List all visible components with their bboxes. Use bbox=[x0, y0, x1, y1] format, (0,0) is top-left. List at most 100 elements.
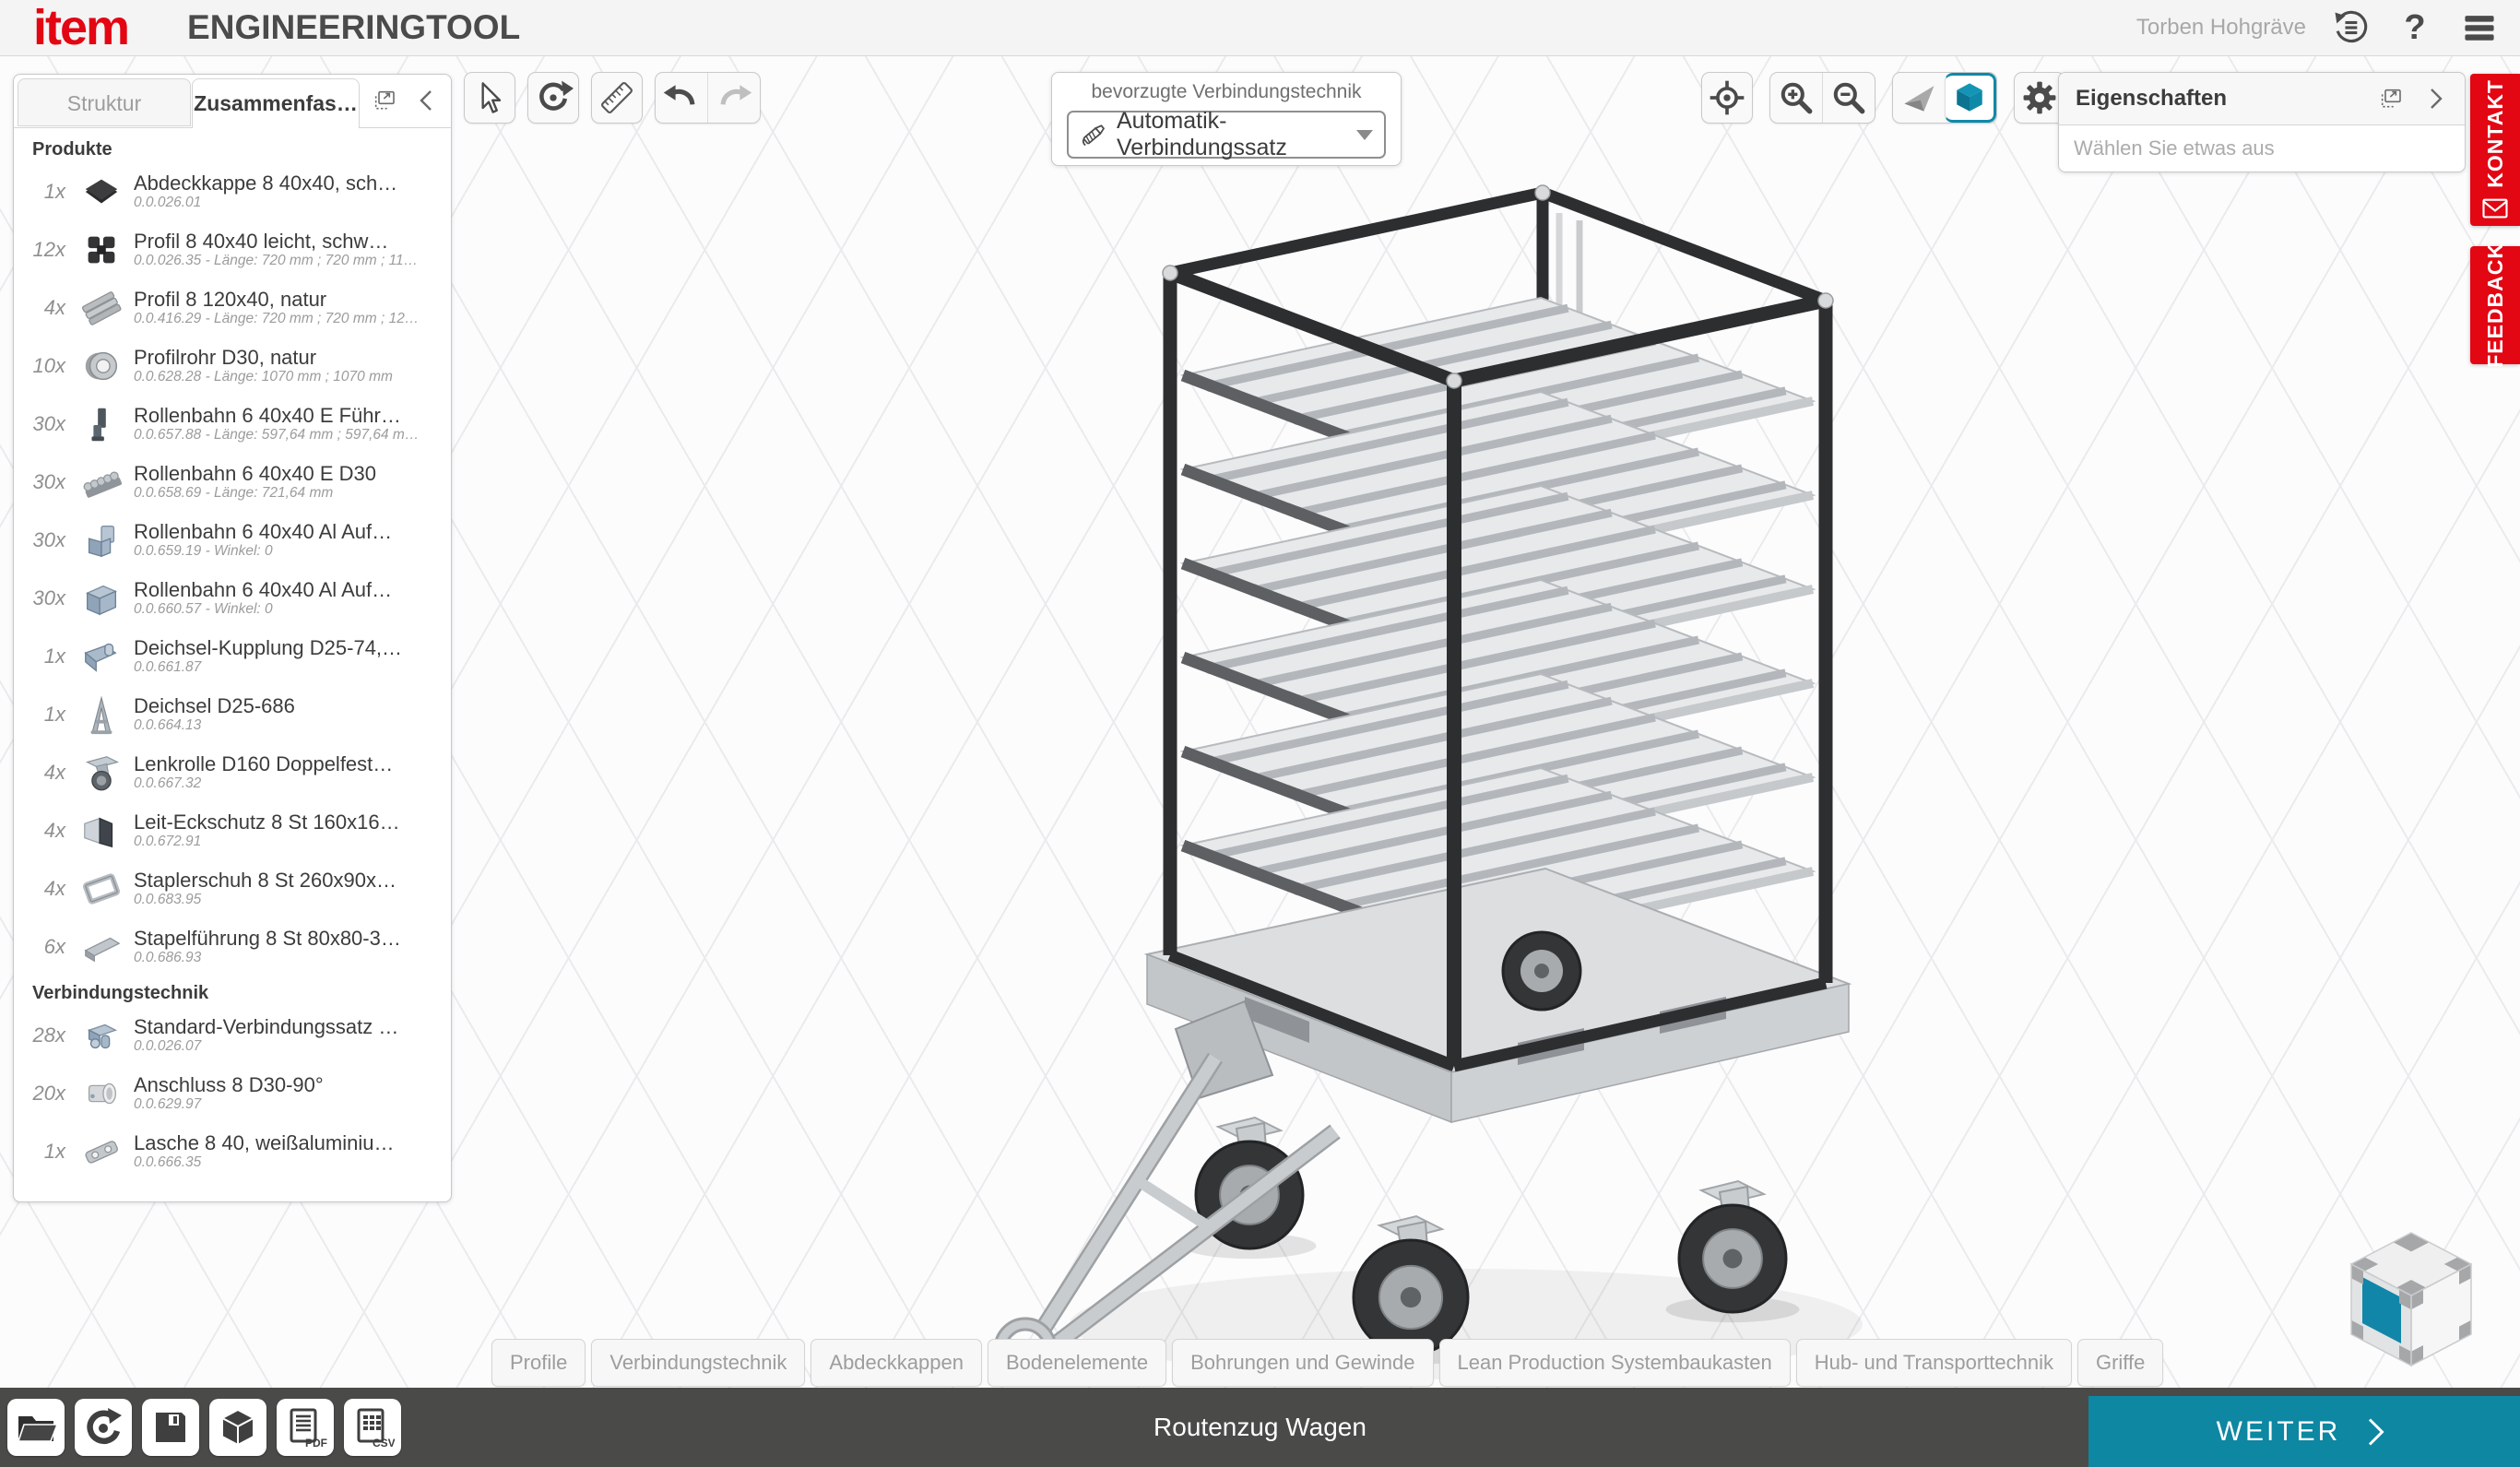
parts-panel: Struktur Zusammenfas… Produkte 1x bbox=[13, 74, 452, 1202]
parts-list-item[interactable]: 28x Standard-Verbindungssatz … 0.0.026.0… bbox=[14, 1006, 451, 1064]
crosshair-icon bbox=[1707, 77, 1747, 118]
parts-list-item[interactable]: 12x Profil 8 40x40 leicht, schw… 0.0.026… bbox=[14, 220, 451, 278]
properties-title: Eigenschaften bbox=[2076, 86, 2376, 112]
part-quantity: 1x bbox=[14, 180, 65, 204]
feedback-tab[interactable]: FEEDBACK bbox=[2470, 246, 2520, 364]
export-pdf-button[interactable]: PDF bbox=[277, 1399, 334, 1456]
engineeringtool-app: item ENGINEERINGTOOL Torben Hohgräve ? bbox=[0, 0, 2520, 1467]
bottom-bar: PDF CSV Routenzug Wagen WEITER bbox=[0, 1388, 2520, 1467]
parts-list-item[interactable]: 4x Profil 8 120x40, natur 0.0.416.29 - L… bbox=[14, 278, 451, 337]
part-quantity: 4x bbox=[14, 761, 65, 785]
connection-type-select[interactable]: Automatik-Verbindungssatz bbox=[1067, 111, 1386, 159]
parts-list-item[interactable]: 4x Lenkrolle D160 Doppelfest… 0.0.667.32 bbox=[14, 743, 451, 801]
category-tab[interactable]: Bohrungen und Gewinde bbox=[1172, 1339, 1433, 1387]
tab-zusammenfassung[interactable]: Zusammenfas… bbox=[192, 78, 360, 128]
next-button[interactable]: WEITER bbox=[2088, 1396, 2520, 1467]
kontakt-tab[interactable]: KONTAKT bbox=[2470, 74, 2520, 226]
part-subtitle: 0.0.672.91 bbox=[134, 834, 451, 851]
floppy-icon bbox=[148, 1405, 193, 1449]
category-tab[interactable]: Profile bbox=[491, 1339, 586, 1387]
undo-button[interactable] bbox=[656, 73, 707, 123]
part-subtitle: 0.0.661.87 bbox=[134, 659, 451, 677]
center-view-button[interactable] bbox=[1701, 72, 1753, 124]
pyramid-icon bbox=[1899, 77, 1939, 118]
parts-list-item[interactable]: 20x Anschluss 8 D30-90° 0.0.629.97 bbox=[14, 1064, 451, 1122]
orientation-cube[interactable] bbox=[2333, 1220, 2490, 1381]
tab-struktur[interactable]: Struktur bbox=[18, 78, 191, 126]
parts-list-item[interactable]: 4x Staplerschuh 8 St 260x90x… 0.0.683.95 bbox=[14, 859, 451, 917]
category-tab[interactable]: Verbindungstechnik bbox=[591, 1339, 805, 1387]
view-mode-perspective-button[interactable] bbox=[1893, 73, 1945, 123]
envelope-icon bbox=[2481, 196, 2509, 220]
next-button-label: WEITER bbox=[2217, 1416, 2341, 1448]
app-title: ENGINEERINGTOOL bbox=[187, 8, 520, 47]
feedback-label: FEEDBACK bbox=[2483, 243, 2508, 368]
category-tab[interactable]: Abdeckkappen bbox=[810, 1339, 982, 1387]
select-tool-button[interactable] bbox=[464, 72, 515, 124]
part-name: Lasche 8 40, weißaluminiu… bbox=[134, 1131, 451, 1154]
zoom-in-button[interactable] bbox=[1770, 73, 1822, 123]
cart-3d-model[interactable] bbox=[968, 167, 1936, 1393]
part-thumbnail bbox=[80, 345, 123, 387]
measure-tool-button[interactable] bbox=[591, 72, 643, 124]
parts-list-item[interactable]: 1x Deichsel-Kupplung D25-74,… 0.0.661.87 bbox=[14, 627, 451, 685]
connection-selector-value: Automatik-Verbindungssatz bbox=[1117, 108, 1356, 161]
category-tab[interactable]: Bodenelemente bbox=[988, 1339, 1166, 1387]
section-title: Produkte bbox=[14, 132, 451, 162]
properties-header: Eigenschaften bbox=[2059, 73, 2465, 125]
category-tab[interactable]: Lean Production Systembaukasten bbox=[1439, 1339, 1791, 1387]
part-name: Rollenbahn 6 40x40 E D30 bbox=[134, 462, 451, 485]
parts-list-item[interactable]: 4x Leit-Eckschutz 8 St 160x16… 0.0.672.9… bbox=[14, 801, 451, 859]
help-button[interactable]: ? bbox=[2395, 7, 2435, 48]
parts-list-item[interactable]: 6x Stapelführung 8 St 80x80-3… 0.0.686.9… bbox=[14, 917, 451, 976]
detach-panel-icon[interactable] bbox=[2376, 84, 2406, 113]
part-quantity: 30x bbox=[14, 586, 65, 610]
part-thumbnail bbox=[80, 926, 123, 968]
part-name: Rollenbahn 6 40x40 Al Auf… bbox=[134, 578, 451, 601]
menu-button[interactable] bbox=[2459, 7, 2500, 48]
redo-icon bbox=[714, 77, 754, 118]
expand-panel-icon[interactable] bbox=[2420, 84, 2450, 113]
part-thumbnail bbox=[80, 461, 123, 503]
collapse-panel-icon[interactable] bbox=[412, 86, 442, 115]
part-thumbnail bbox=[80, 1130, 123, 1173]
reset-button[interactable] bbox=[75, 1399, 132, 1456]
section-title: Verbindungstechnik bbox=[14, 976, 451, 1006]
parts-list-item[interactable]: 30x Rollenbahn 6 40x40 Al Auf… 0.0.659.1… bbox=[14, 511, 451, 569]
part-name: Leit-Eckschutz 8 St 160x16… bbox=[134, 810, 451, 834]
cart-rear-caster bbox=[1503, 932, 1580, 1010]
part-thumbnail bbox=[80, 751, 123, 794]
category-tab[interactable]: Hub- und Transporttechnik bbox=[1796, 1339, 2072, 1387]
parts-list-item[interactable]: 1x Lasche 8 40, weißaluminiu… 0.0.666.35 bbox=[14, 1122, 451, 1180]
redo-button[interactable] bbox=[707, 73, 760, 123]
part-quantity: 20x bbox=[14, 1082, 65, 1106]
parts-list-item[interactable]: 30x Rollenbahn 6 40x40 Al Auf… 0.0.660.5… bbox=[14, 569, 451, 627]
export-csv-button[interactable]: CSV bbox=[344, 1399, 401, 1456]
parts-list-item[interactable]: 1x Abdeckkappe 8 40x40, sch… 0.0.026.01 bbox=[14, 162, 451, 220]
rotate-tool-button[interactable] bbox=[527, 72, 579, 124]
part-name: Profilrohr D30, natur bbox=[134, 346, 451, 369]
parts-list-item[interactable]: 30x Rollenbahn 6 40x40 E Führ… 0.0.657.8… bbox=[14, 395, 451, 453]
kontakt-label: KONTAKT bbox=[2483, 79, 2508, 188]
part-quantity: 4x bbox=[14, 877, 65, 901]
properties-panel: Eigenschaften Wählen Sie etwas aus bbox=[2058, 72, 2466, 172]
part-subtitle: 0.0.026.01 bbox=[134, 195, 451, 212]
zoom-out-button[interactable] bbox=[1822, 73, 1875, 123]
export-3d-button[interactable] bbox=[209, 1399, 266, 1456]
part-name: Standard-Verbindungssatz … bbox=[134, 1015, 451, 1038]
category-tab[interactable]: Griffe bbox=[2077, 1339, 2163, 1387]
parts-list-item[interactable]: 10x Profilrohr D30, natur 0.0.628.28 - L… bbox=[14, 337, 451, 395]
part-thumbnail bbox=[80, 229, 123, 271]
parts-list-item[interactable]: 30x Rollenbahn 6 40x40 E D30 0.0.658.69 … bbox=[14, 453, 451, 511]
session-history-button[interactable] bbox=[2330, 7, 2371, 48]
parts-list-item[interactable]: 1x Deichsel D25-686 0.0.664.13 bbox=[14, 685, 451, 743]
view-mode-group bbox=[1892, 72, 1997, 124]
part-name: Staplerschuh 8 St 260x90x… bbox=[134, 869, 451, 892]
open-project-button[interactable] bbox=[7, 1399, 65, 1456]
part-subtitle: 0.0.683.95 bbox=[134, 892, 451, 909]
part-subtitle: 0.0.686.93 bbox=[134, 950, 451, 967]
view-mode-solid-button[interactable] bbox=[1945, 73, 1996, 123]
folder-open-icon bbox=[14, 1405, 58, 1449]
save-button[interactable] bbox=[142, 1399, 199, 1456]
detach-panel-icon[interactable] bbox=[370, 86, 399, 115]
